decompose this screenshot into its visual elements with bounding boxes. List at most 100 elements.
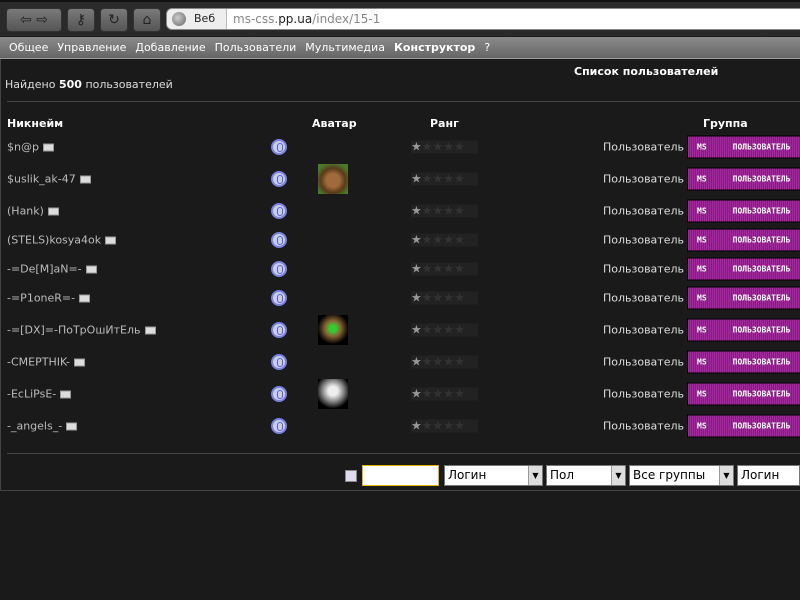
star-icon: ★	[432, 171, 444, 186]
found-count: Найдено 500 пользователей	[5, 78, 173, 91]
forward-icon[interactable]: ⇨	[36, 12, 48, 28]
web-label-button[interactable]: Веб	[167, 9, 227, 29]
mail-icon[interactable]	[79, 175, 91, 184]
nick-link[interactable]: $uslik_ak-47	[7, 173, 76, 186]
column-rank: Ранг	[430, 117, 459, 130]
url-text[interactable]: ms-css.pp.ua/index/15-1	[233, 9, 380, 29]
mail-icon[interactable]	[47, 207, 59, 216]
star-icon: ★	[454, 171, 465, 186]
user-action-icon[interactable]	[271, 139, 287, 155]
star-icon: ★	[443, 290, 455, 305]
user-action-icon[interactable]	[271, 171, 287, 187]
menu-item[interactable]: Мультимедиа	[305, 41, 385, 54]
nick-link[interactable]: $n@p	[7, 141, 39, 154]
chevron-down-icon[interactable]: ▼	[719, 466, 733, 485]
menu-item[interactable]: Управление	[57, 41, 126, 54]
chevron-down-icon[interactable]: ▼	[611, 466, 625, 485]
home-icon[interactable]: ⌂	[133, 8, 161, 32]
nick-link[interactable]: -=P1oneR=-	[7, 292, 75, 305]
mail-icon[interactable]	[60, 390, 72, 399]
user-nick[interactable]: -=P1oneR=-	[7, 292, 91, 305]
user-action-icon[interactable]	[271, 322, 287, 338]
table-row: -=De[M]aN=- ★★★★★ Пользователь MS пользов…	[1, 255, 800, 284]
menu-item[interactable]: Добавление	[135, 41, 205, 54]
star-icon: ★	[411, 354, 422, 369]
mail-icon[interactable]	[105, 236, 117, 245]
user-action-icon[interactable]	[271, 354, 287, 370]
mail-icon[interactable]	[79, 294, 91, 303]
nick-link[interactable]: -=[DX]=-ПоТрОшИтЕль	[7, 324, 141, 337]
field-select[interactable]: Логин ▼	[444, 465, 543, 486]
star-icon: ★	[454, 139, 465, 154]
nick-link[interactable]: -=De[M]aN=-	[7, 263, 82, 276]
star-icon: ★	[411, 418, 422, 433]
star-icon: ★	[443, 139, 455, 154]
chevron-down-icon[interactable]: ▼	[528, 466, 542, 485]
table-row: $uslik_ak-47 ★★★★★ Пользователь MS пользо…	[1, 162, 800, 197]
url-path: /index/15-1	[312, 12, 381, 26]
gender-select[interactable]: Пол ▼	[546, 465, 626, 486]
mail-icon[interactable]	[42, 143, 54, 152]
badge-text: пользователь	[732, 421, 791, 431]
group-badge: MS пользователь	[687, 414, 800, 438]
star-icon: ★	[443, 354, 455, 369]
user-action-icon[interactable]	[271, 203, 287, 219]
user-nick[interactable]: (STELS)kosya4ok	[7, 234, 117, 247]
nick-link[interactable]: (STELS)kosya4ok	[7, 234, 101, 247]
group-select[interactable]: Все группы ▼	[629, 465, 734, 486]
table-row: -=[DX]=-ПоТрОшИтЕль ★★★★★ Пользователь M…	[1, 313, 800, 348]
sort-select[interactable]: Логин	[737, 465, 800, 486]
star-icon: ★	[411, 290, 422, 305]
group-name: Пользователь	[602, 291, 684, 305]
user-action-icon[interactable]	[271, 261, 287, 277]
reload-icon[interactable]: ↻	[100, 8, 128, 32]
back-forward-buttons[interactable]: ⇦ ⇨	[6, 8, 62, 32]
group-badge: MS пользователь	[687, 135, 800, 159]
mail-icon[interactable]	[144, 326, 156, 335]
star-icon: ★	[454, 418, 465, 433]
user-nick[interactable]: -=De[M]aN=-	[7, 263, 97, 276]
table-row: $n@p ★★★★★ Пользователь MS пользователь	[1, 133, 800, 162]
user-nick[interactable]: $n@p	[7, 141, 54, 154]
group-badge: MS пользователь	[687, 199, 800, 223]
mail-icon[interactable]	[66, 422, 78, 431]
rank-stars: ★★★★★	[411, 323, 478, 337]
menu-item[interactable]: Пользователи	[215, 41, 297, 54]
menu-item[interactable]: ?	[484, 41, 490, 54]
star-icon: ★	[421, 232, 433, 247]
address-bar[interactable]: Веб ms-css.pp.ua/index/15-1	[166, 8, 800, 30]
user-action-icon[interactable]	[271, 386, 287, 402]
star-icon: ★	[454, 232, 465, 247]
avatar	[318, 315, 348, 345]
menu-item[interactable]: Общее	[9, 41, 48, 54]
search-input[interactable]	[362, 465, 439, 486]
user-nick[interactable]: -CMEPTHIK-	[7, 356, 85, 369]
mail-icon[interactable]	[85, 265, 97, 274]
nick-link[interactable]: -EcLiPsE-	[7, 388, 56, 401]
user-nick[interactable]: $uslik_ak-47	[7, 173, 91, 186]
star-icon: ★	[432, 418, 444, 433]
user-action-icon[interactable]	[271, 418, 287, 434]
user-action-icon[interactable]	[271, 232, 287, 248]
group-name: Пользователь	[602, 172, 684, 186]
menu-item[interactable]: Конструктор	[394, 41, 475, 54]
user-action-icon[interactable]	[271, 290, 287, 306]
select-all-checkbox[interactable]	[345, 470, 357, 482]
badge-text: пользователь	[732, 142, 791, 152]
nick-link[interactable]: -_angels_-	[7, 420, 62, 433]
user-nick[interactable]: -EcLiPsE-	[7, 388, 72, 401]
gender-select-value: Пол	[550, 468, 575, 482]
table-row: -EcLiPsE- ★★★★★ Пользователь MS пользоват…	[1, 377, 800, 412]
nick-link[interactable]: (Hank)	[7, 205, 44, 218]
nick-link[interactable]: -CMEPTHIK-	[7, 356, 70, 369]
mail-icon[interactable]	[74, 358, 85, 367]
admin-menu: Общее Управление Добавление Пользователи Мул…	[0, 37, 800, 59]
table-row: -CMEPTHIK- ★★★★★ Пользователь MS пользова…	[1, 348, 800, 377]
user-nick[interactable]: (Hank)	[7, 205, 59, 218]
star-icon: ★	[432, 290, 444, 305]
user-nick[interactable]: -=[DX]=-ПоТрОшИтЕль	[7, 324, 156, 337]
key-icon[interactable]: ⚷	[67, 8, 95, 32]
user-nick[interactable]: -_angels_-	[7, 420, 78, 433]
back-icon[interactable]: ⇦	[20, 12, 32, 28]
group-badge: MS пользователь	[687, 167, 800, 191]
